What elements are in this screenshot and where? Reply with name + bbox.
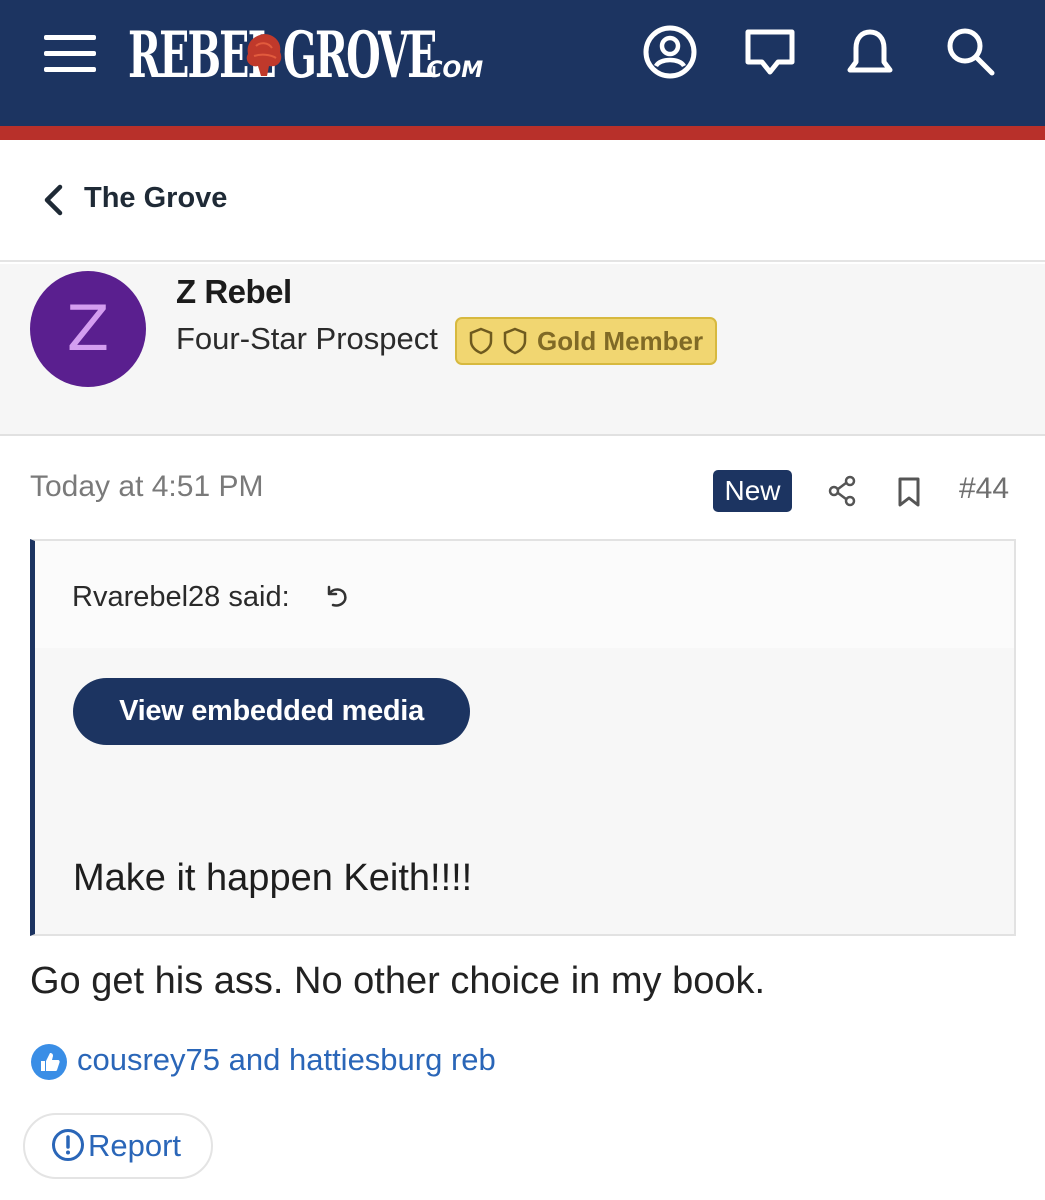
share-icon[interactable]: [827, 475, 857, 507]
author-title: Four-Star Prospect: [176, 321, 438, 356]
search-icon[interactable]: [942, 24, 998, 80]
author-name[interactable]: Z Rebel: [176, 273, 292, 311]
badge-label: Gold Member: [537, 325, 704, 356]
jump-to-quote-icon[interactable]: [323, 583, 351, 611]
account-icon[interactable]: [642, 24, 698, 80]
shield-icon: [503, 327, 527, 355]
report-label: Report: [88, 1128, 182, 1163]
quote-block: Rvarebel28 said: View embedded media Mak…: [30, 539, 1016, 936]
back-link[interactable]: The Grove: [84, 182, 227, 215]
avatar[interactable]: Z: [30, 271, 146, 387]
logo-word-right: GROVE: [283, 18, 437, 93]
alerts-icon[interactable]: [842, 24, 898, 80]
post-body: Go get his ass. No other choice in my bo…: [30, 960, 766, 1002]
quote-header: Rvarebel28 said:: [35, 541, 1014, 648]
bookmark-icon[interactable]: [896, 476, 922, 508]
quote-text: Make it happen Keith!!!!: [73, 857, 473, 899]
post-timestamp[interactable]: Today at 4:51 PM: [30, 470, 263, 504]
alert-circle-icon: [52, 1129, 84, 1161]
like-icon[interactable]: [30, 1043, 68, 1081]
view-embedded-media-button[interactable]: View embedded media: [73, 678, 470, 745]
tree-logo-icon: [246, 34, 282, 76]
logo-com: .COM: [418, 58, 484, 83]
messages-icon[interactable]: [742, 24, 798, 80]
menu-icon[interactable]: [44, 33, 96, 73]
reaction-list[interactable]: cousrey75 and hattiesburg reb: [77, 1042, 496, 1078]
report-button[interactable]: Report: [23, 1113, 213, 1179]
post-number[interactable]: #44: [959, 472, 1009, 506]
header-accent-bar: [0, 126, 1045, 140]
site-header: REBEL GROVE .COM: [0, 0, 1045, 126]
new-badge: New: [713, 470, 792, 512]
shield-icon: [469, 327, 493, 355]
quote-author[interactable]: Rvarebel28 said:: [72, 581, 290, 614]
gold-member-badge: Gold Member: [455, 317, 717, 365]
logo-right: GROVE: [283, 18, 529, 88]
chevron-left-icon[interactable]: [40, 184, 66, 216]
